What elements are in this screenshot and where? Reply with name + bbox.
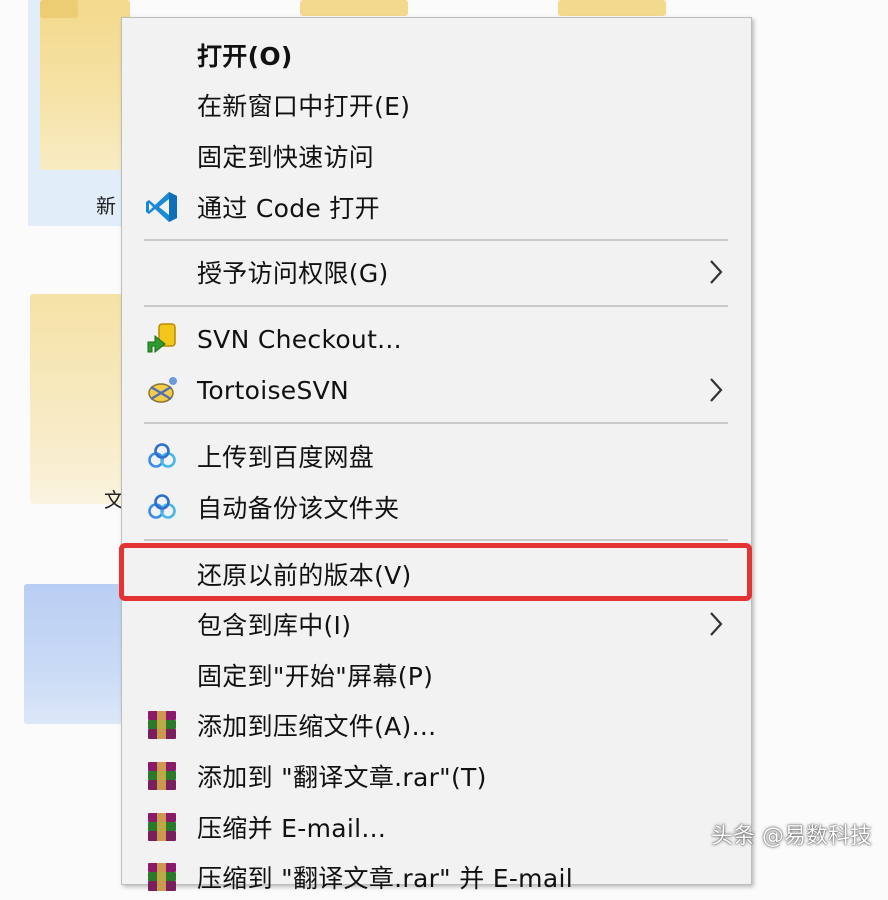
menu-item-label: 包含到库中(I) — [197, 611, 352, 640]
chevron-right-icon — [710, 378, 723, 402]
baidu-netdisk-icon — [144, 438, 180, 474]
menu-item-auto-backup[interactable]: 自动备份该文件夹 — [122, 484, 751, 530]
menu-item-label: 压缩到 "翻译文章.rar" 并 E-mail — [197, 864, 573, 893]
menu-item-label: 在新窗口中打开(E) — [197, 92, 411, 121]
menu-item-label: 固定到快速访问 — [197, 143, 375, 172]
menu-item-label: 打开(O) — [197, 42, 293, 71]
menu-separator — [144, 422, 728, 424]
menu-item-tortoisesvn[interactable]: TortoiseSVN — [122, 367, 751, 413]
winrar-icon — [144, 758, 180, 794]
menu-item-svn-checkout[interactable]: SVN Checkout... — [122, 316, 751, 362]
menu-separator — [144, 539, 728, 541]
menu-item-open-new-window[interactable]: 在新窗口中打开(E) — [122, 82, 751, 128]
menu-item-label: 还原以前的版本(V) — [197, 561, 412, 590]
menu-item-label: TortoiseSVN — [197, 375, 350, 405]
menu-item-grant-access[interactable]: 授予访问权限(G) — [122, 249, 751, 295]
svn-checkout-icon — [144, 321, 180, 357]
winrar-icon — [144, 707, 180, 743]
folder-icon[interactable] — [558, 0, 666, 16]
menu-item-pin-to-start[interactable]: 固定到"开始"屏幕(P) — [122, 652, 751, 698]
vscode-icon — [144, 189, 180, 225]
menu-item-restore-previous-versions[interactable]: 还原以前的版本(V) — [122, 551, 751, 597]
menu-item-add-to-archive[interactable]: 添加到压缩文件(A)... — [122, 702, 751, 748]
menu-separator — [144, 239, 728, 241]
chevron-right-icon — [710, 612, 723, 636]
winrar-icon — [144, 859, 180, 895]
menu-item-include-in-library[interactable]: 包含到库中(I) — [122, 601, 751, 647]
folder-icon[interactable] — [30, 294, 122, 504]
context-menu: 打开(O) 在新窗口中打开(E) 固定到快速访问 通过 Code 打开 授予访问… — [121, 17, 752, 893]
menu-item-open-with-code[interactable]: 通过 Code 打开 — [122, 184, 751, 230]
folder-icon[interactable] — [300, 0, 408, 16]
menu-separator — [144, 305, 728, 307]
menu-item-label: 授予访问权限(G) — [197, 259, 389, 288]
menu-item-compress-rar-email[interactable]: 压缩到 "翻译文章.rar" 并 E-mail — [122, 854, 751, 900]
menu-item-label: 压缩并 E-mail... — [197, 814, 387, 843]
menu-item-add-to-rar[interactable]: 添加到 "翻译文章.rar"(T) — [122, 753, 751, 799]
menu-item-label: 添加到 "翻译文章.rar"(T) — [197, 763, 487, 792]
menu-item-upload-baidu[interactable]: 上传到百度网盘 — [122, 433, 751, 479]
menu-item-label: 通过 Code 打开 — [197, 194, 380, 223]
menu-item-open[interactable]: 打开(O) — [122, 32, 751, 78]
menu-item-label: 上传到百度网盘 — [197, 443, 375, 472]
menu-item-label: 添加到压缩文件(A)... — [197, 712, 437, 741]
folder-tab — [40, 0, 78, 18]
menu-item-label: 自动备份该文件夹 — [197, 494, 400, 523]
baidu-netdisk-icon — [144, 489, 180, 525]
menu-item-pin-quick-access[interactable]: 固定到快速访问 — [122, 133, 751, 179]
folder-icon[interactable] — [24, 584, 122, 724]
folder-label: 新 — [96, 194, 116, 218]
tortoisesvn-icon — [144, 372, 180, 408]
menu-item-compress-email[interactable]: 压缩并 E-mail... — [122, 804, 751, 850]
chevron-right-icon — [710, 260, 723, 284]
folder-icon[interactable] — [40, 0, 130, 170]
watermark: 头条 @易数科技 — [711, 824, 872, 849]
menu-item-label: 固定到"开始"屏幕(P) — [197, 662, 434, 691]
menu-item-label: SVN Checkout... — [197, 324, 402, 354]
winrar-icon — [144, 809, 180, 845]
